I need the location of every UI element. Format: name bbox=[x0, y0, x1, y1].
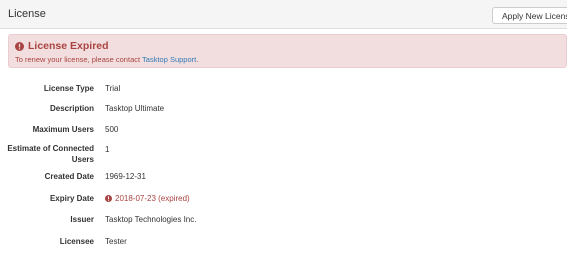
alert-message: To renew your license, please contact Ta… bbox=[15, 55, 198, 64]
alert-message-prefix: To renew your license, please contact bbox=[15, 55, 143, 64]
issuer-value: Tasktop Technologies Inc. bbox=[105, 215, 197, 224]
licensee-label: Licensee bbox=[59, 237, 94, 246]
created-date-value: 1969-12-31 bbox=[105, 172, 146, 181]
license-type-value: Trial bbox=[105, 84, 121, 93]
created-date-label: Created Date bbox=[44, 172, 94, 181]
exclamation-circle-icon bbox=[105, 195, 112, 202]
panel-header: License Apply New License bbox=[0, 0, 567, 29]
alert-message-suffix: . bbox=[196, 55, 199, 64]
apply-new-license-button[interactable]: Apply New License bbox=[492, 7, 567, 24]
alert-title: License Expired bbox=[15, 40, 109, 52]
maximum-users-value: 500 bbox=[105, 125, 119, 134]
exclamation-circle-icon bbox=[15, 41, 24, 51]
expiry-date-label: Expiry Date bbox=[49, 194, 94, 203]
issuer-label: Issuer bbox=[70, 215, 94, 224]
expiry-date-value: 2018-07-23 (expired) bbox=[105, 194, 190, 203]
expiry-date-text: 2018-07-23 (expired) bbox=[115, 194, 190, 203]
license-expired-alert: License Expired To renew your license, p… bbox=[8, 34, 567, 68]
description-label: Description bbox=[49, 104, 94, 113]
alert-title-text: License Expired bbox=[28, 40, 109, 52]
maximum-users-label: Maximum Users bbox=[32, 125, 94, 134]
panel-title: License bbox=[8, 8, 46, 20]
connected-users-value: 1 bbox=[105, 145, 110, 154]
tasktop-support-link[interactable]: Tasktop Support bbox=[142, 55, 196, 64]
license-page: License Apply New License License Expire… bbox=[0, 0, 567, 257]
connected-users-label: Estimate of Connected Users bbox=[7, 144, 94, 164]
licensee-value: Tester bbox=[105, 237, 127, 246]
apply-new-license-label: Apply New License bbox=[502, 10, 567, 21]
license-type-label: License Type bbox=[43, 84, 94, 93]
description-value: Tasktop Ultimate bbox=[105, 104, 165, 113]
